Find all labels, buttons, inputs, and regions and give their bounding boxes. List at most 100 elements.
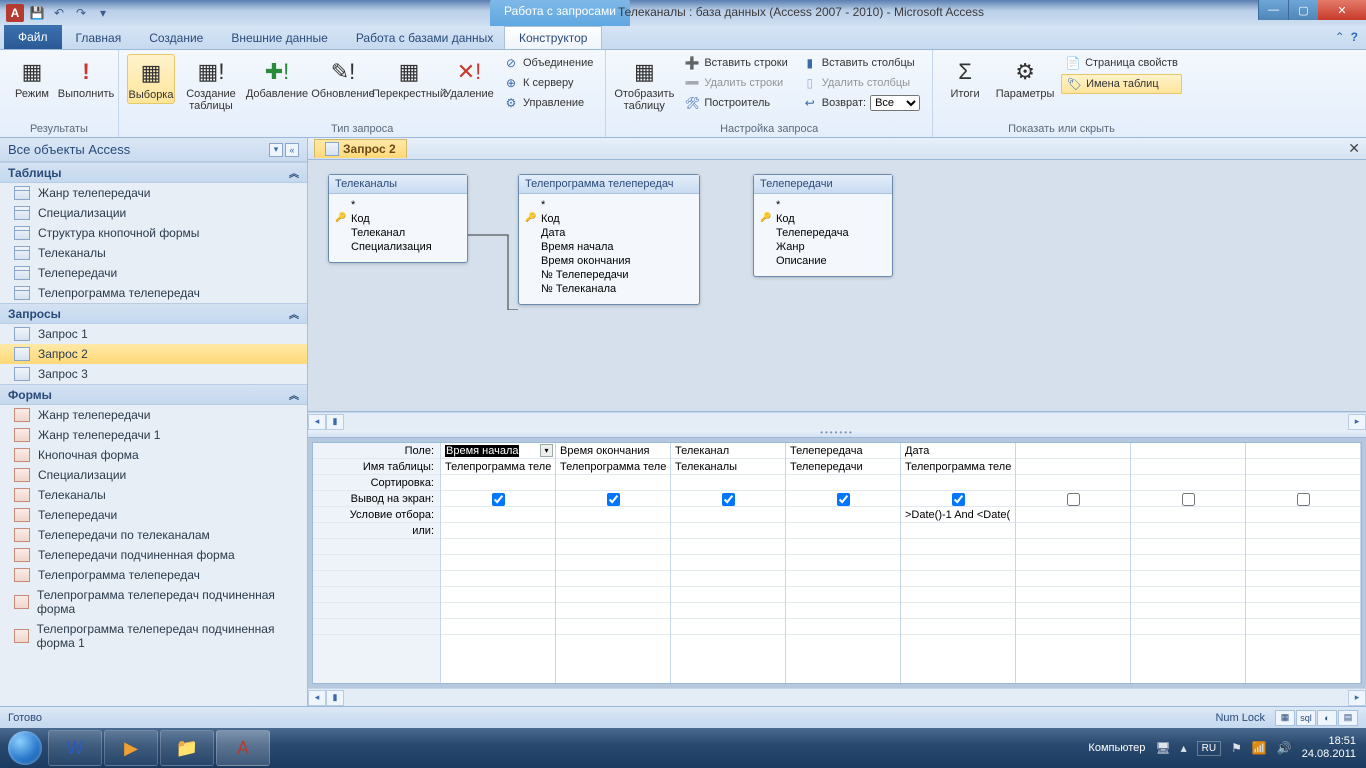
nav-item[interactable]: Телепередачи: [0, 263, 307, 283]
nav-item[interactable]: Жанр телепередачи: [0, 405, 307, 425]
or-cell[interactable]: [671, 555, 785, 571]
field-row[interactable]: Код: [762, 212, 884, 226]
or-cell[interactable]: [1016, 571, 1130, 587]
nav-item[interactable]: Телепередачи по телеканалам: [0, 525, 307, 545]
or-cell[interactable]: [901, 571, 1015, 587]
table-cell[interactable]: [1016, 459, 1130, 475]
or-cell[interactable]: [786, 603, 900, 619]
or-cell[interactable]: [786, 619, 900, 635]
field-row[interactable]: Время окончания: [527, 254, 691, 268]
show-cell[interactable]: [901, 491, 1015, 507]
nav-item[interactable]: Запрос 2: [0, 344, 307, 364]
or-cell[interactable]: [556, 603, 670, 619]
field-row[interactable]: Код: [527, 212, 691, 226]
show-cell[interactable]: [671, 491, 785, 507]
sort-cell[interactable]: [786, 475, 900, 491]
minimize-ribbon-icon[interactable]: ⌃: [1335, 30, 1345, 44]
criteria-cell[interactable]: [671, 507, 785, 523]
or-cell[interactable]: [441, 603, 555, 619]
tray-network-icon[interactable]: 🖥: [1155, 741, 1170, 755]
or-cell[interactable]: [556, 587, 670, 603]
or-cell[interactable]: [441, 619, 555, 635]
criteria-cell[interactable]: [1131, 507, 1245, 523]
close-button[interactable]: ✕: [1318, 0, 1366, 20]
nav-item[interactable]: Структура кнопочной формы: [0, 223, 307, 243]
taskbar-media-button[interactable]: ▶: [104, 730, 158, 766]
clock[interactable]: 18:5124.08.2011: [1302, 735, 1362, 761]
delete-rows-button[interactable]: ➖Удалить строки: [680, 74, 791, 92]
nav-item[interactable]: Жанр телепередачи: [0, 183, 307, 203]
run-button[interactable]: !Выполнить: [62, 54, 110, 102]
or-cell[interactable]: [1016, 603, 1130, 619]
help-icon[interactable]: ?: [1351, 30, 1358, 44]
show-checkbox[interactable]: [492, 493, 505, 506]
qat-dropdown-icon[interactable]: ▾: [94, 4, 112, 22]
nav-item[interactable]: Жанр телепередачи 1: [0, 425, 307, 445]
or-cell[interactable]: [556, 571, 670, 587]
or-cell[interactable]: [1246, 619, 1360, 635]
minimize-button[interactable]: —: [1258, 0, 1288, 20]
tab-external-data[interactable]: Внешние данные: [217, 27, 342, 49]
field-row[interactable]: № Телепередачи: [527, 268, 691, 282]
nav-item[interactable]: Запрос 3: [0, 364, 307, 384]
or-cell[interactable]: [1131, 555, 1245, 571]
document-tab-active[interactable]: Запрос 2: [314, 139, 407, 158]
or-cell[interactable]: [1131, 619, 1245, 635]
or-cell[interactable]: [671, 523, 785, 539]
show-checkbox[interactable]: [837, 493, 850, 506]
or-cell[interactable]: [1246, 571, 1360, 587]
table-diagram[interactable]: Телеканалы * Код Телеканал Специализация…: [308, 160, 1366, 412]
criteria-cell[interactable]: >Date()-1 And <Date(: [901, 507, 1015, 523]
sort-cell[interactable]: [1246, 475, 1360, 491]
criteria-cell[interactable]: [786, 507, 900, 523]
or-cell[interactable]: [1131, 539, 1245, 555]
return-button[interactable]: ↩Возврат: Все: [798, 94, 924, 112]
table-box-telekanaly[interactable]: Телеканалы * Код Телеканал Специализация: [328, 174, 468, 263]
sort-cell[interactable]: [1131, 475, 1245, 491]
nav-item[interactable]: Телепередачи подчиненная форма: [0, 545, 307, 565]
tab-database-tools[interactable]: Работа с базами данных: [342, 27, 507, 49]
field-cell[interactable]: Время начала▾: [441, 443, 555, 459]
nav-item[interactable]: Запрос 1: [0, 324, 307, 344]
field-row[interactable]: *: [337, 198, 459, 212]
or-cell[interactable]: [441, 539, 555, 555]
field-row[interactable]: Дата: [527, 226, 691, 240]
nav-item[interactable]: Телепрограмма телепередач: [0, 565, 307, 585]
field-cell[interactable]: Телеканал: [671, 443, 785, 459]
or-cell[interactable]: [1131, 571, 1245, 587]
union-button[interactable]: ⊘Объединение: [499, 54, 597, 72]
criteria-cell[interactable]: [1016, 507, 1130, 523]
form-view-icon[interactable]: ▤: [1338, 710, 1358, 726]
sort-cell[interactable]: [556, 475, 670, 491]
parameters-button[interactable]: ⚙Параметры: [995, 54, 1055, 102]
show-cell[interactable]: [786, 491, 900, 507]
nav-section[interactable]: Формы︽: [0, 384, 307, 405]
table-cell[interactable]: Телепрограмма теле: [901, 459, 1015, 475]
criteria-cell[interactable]: [556, 507, 670, 523]
or-cell[interactable]: [786, 587, 900, 603]
or-cell[interactable]: [901, 555, 1015, 571]
or-cell[interactable]: [1131, 603, 1245, 619]
or-cell[interactable]: [1016, 587, 1130, 603]
nav-item[interactable]: Специализации: [0, 203, 307, 223]
taskbar-access-button[interactable]: A: [216, 730, 270, 766]
update-button[interactable]: ✎!Обновление: [313, 54, 373, 102]
or-cell[interactable]: [786, 523, 900, 539]
field-row[interactable]: Жанр: [762, 240, 884, 254]
or-cell[interactable]: [441, 587, 555, 603]
table-box-teleperedachi[interactable]: Телепередачи * Код Телепередача Жанр Опи…: [753, 174, 893, 277]
or-cell[interactable]: [786, 539, 900, 555]
field-row[interactable]: № Телеканала: [527, 282, 691, 296]
tab-home[interactable]: Главная: [62, 27, 136, 49]
or-cell[interactable]: [1131, 587, 1245, 603]
nav-section[interactable]: Запросы︽: [0, 303, 307, 324]
or-cell[interactable]: [1246, 587, 1360, 603]
maximize-button[interactable]: ▢: [1288, 0, 1318, 20]
tab-create[interactable]: Создание: [135, 27, 217, 49]
language-indicator[interactable]: RU: [1197, 741, 1221, 756]
undo-icon[interactable]: ↶: [50, 4, 68, 22]
or-cell[interactable]: [441, 523, 555, 539]
tray-flag-icon[interactable]: ⚑: [1231, 741, 1242, 755]
tab-design[interactable]: Конструктор: [504, 26, 602, 49]
or-cell[interactable]: [441, 555, 555, 571]
